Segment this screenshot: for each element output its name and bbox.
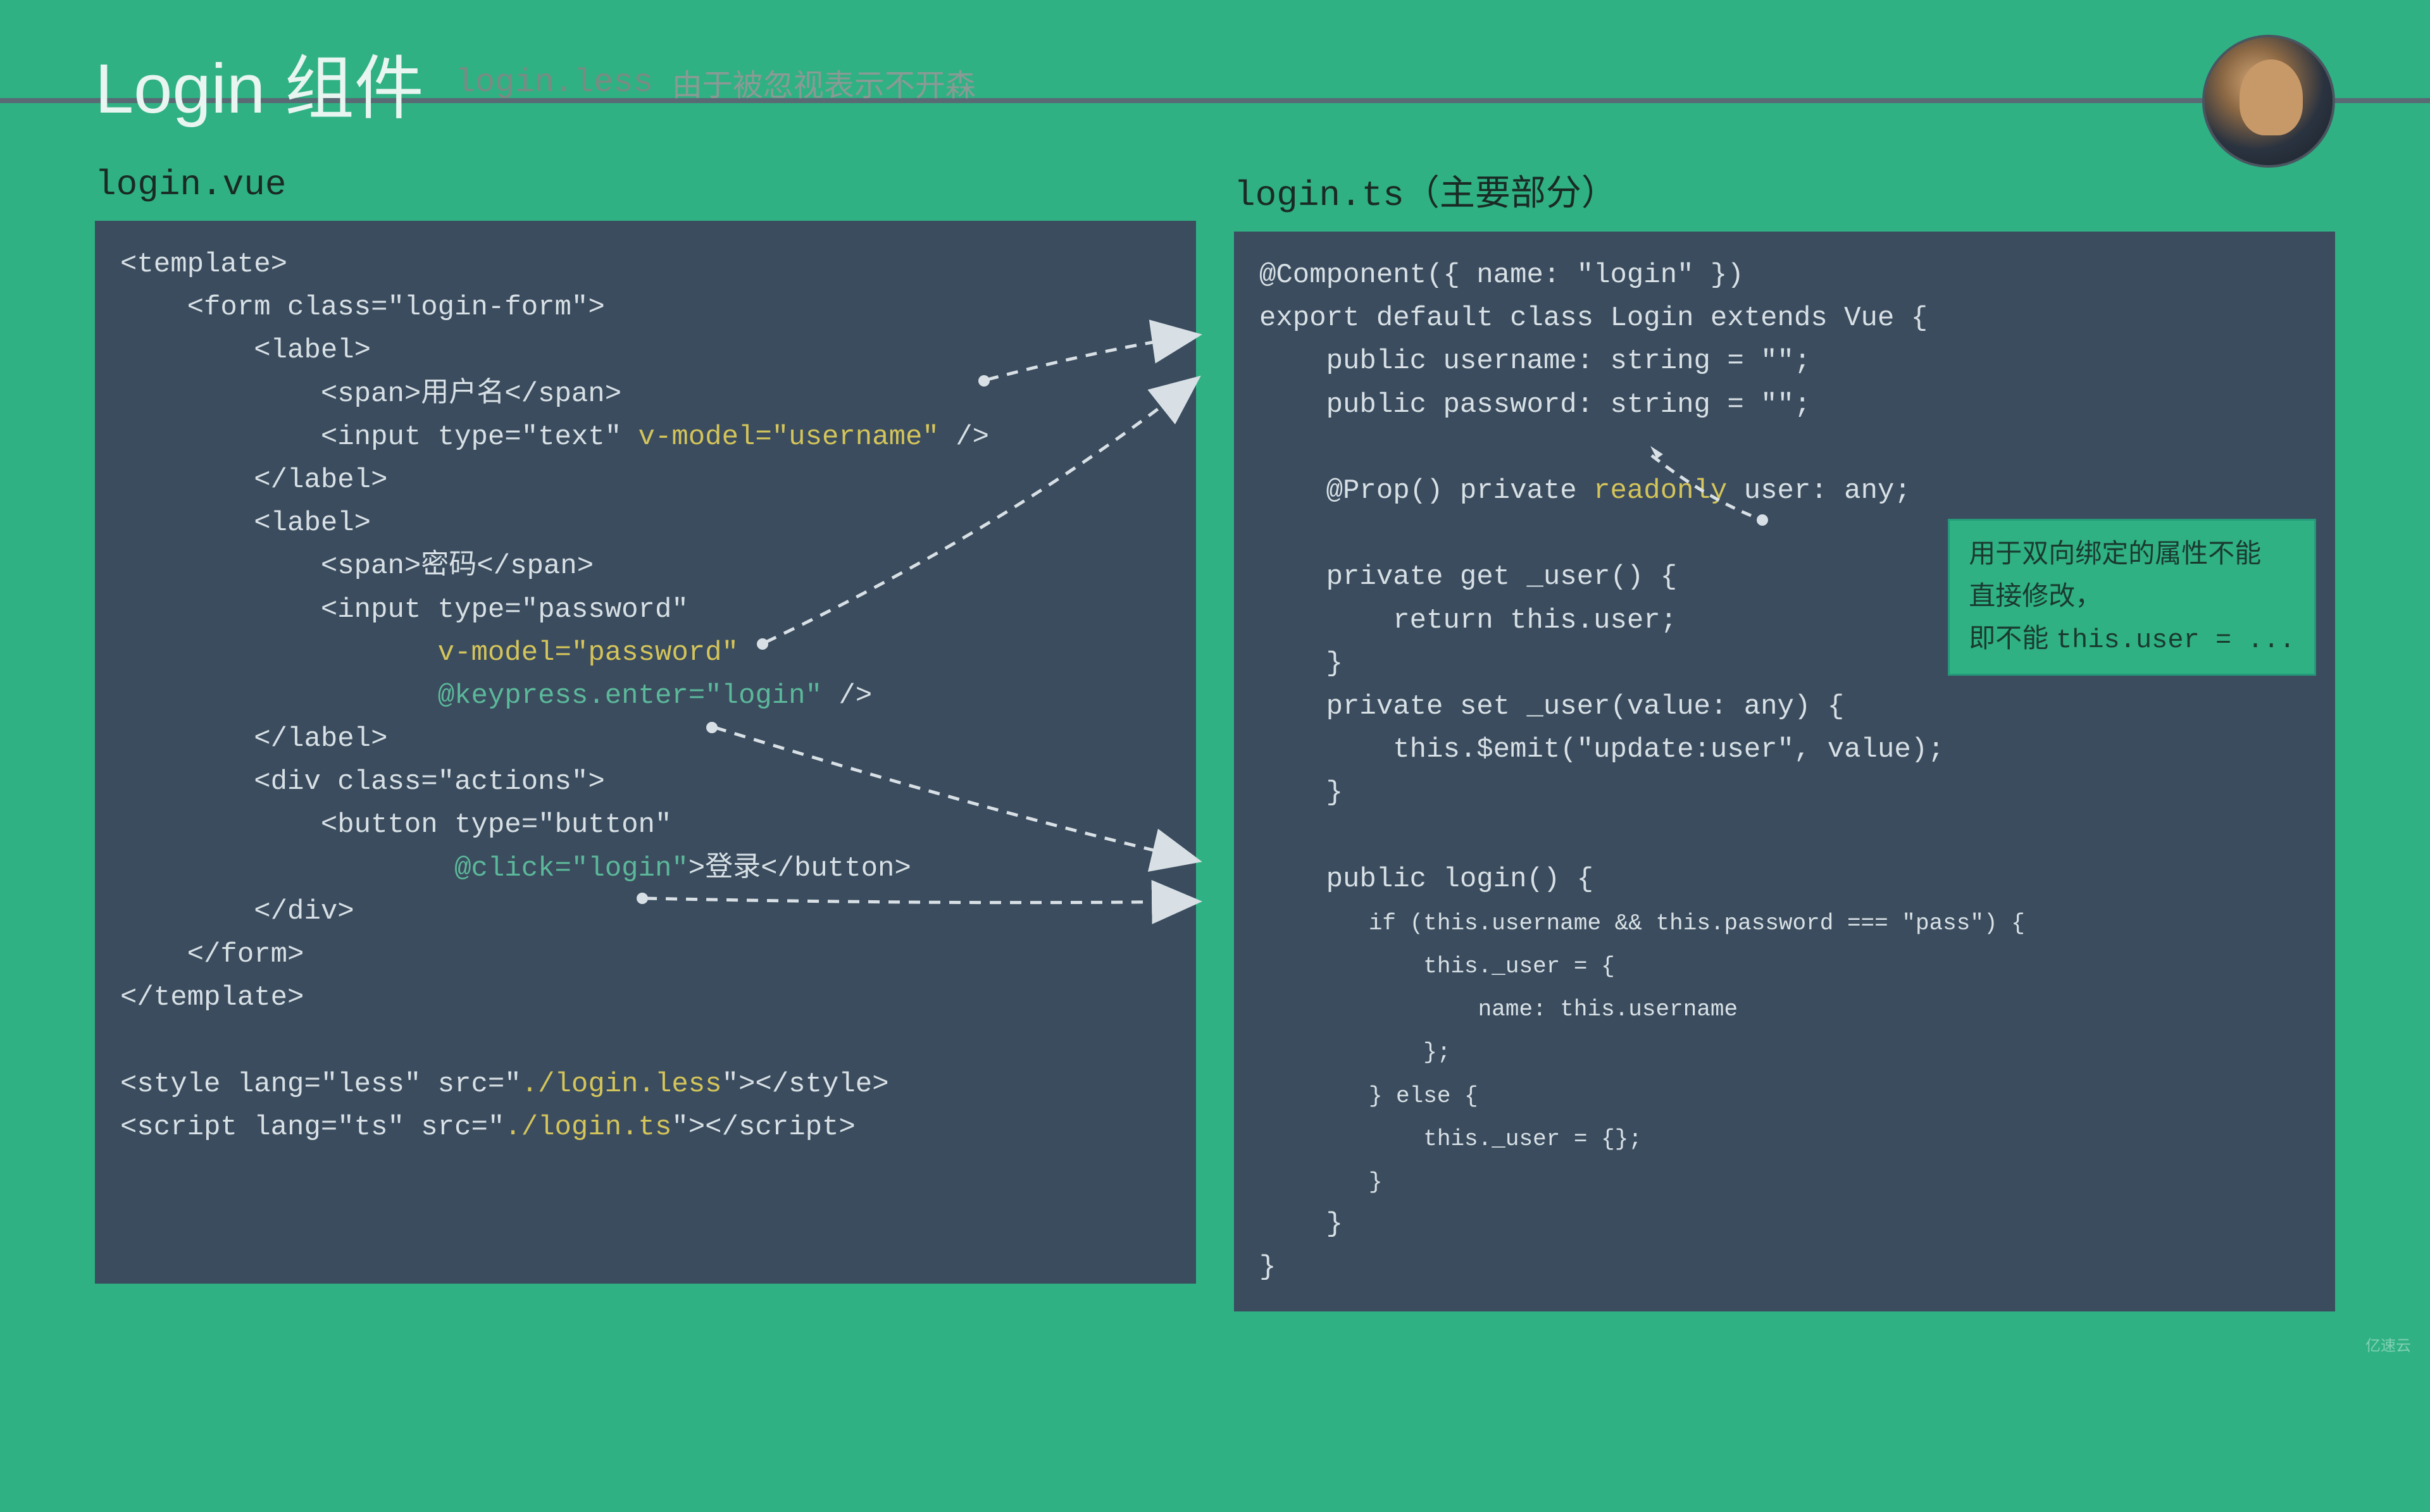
slide-content: login.vue <template> <form class="login-… [0,146,2430,1311]
slide-note: 由于被忽视表示不开森 [672,60,976,104]
left-panel-title: login.vue [95,164,1196,205]
tooltip-line1: 用于双向绑定的属性不能 [1969,532,2295,574]
readonly-tooltip: 用于双向绑定的属性不能 直接修改， 即不能 this.user = ... [1948,519,2316,676]
watermark: 亿速云 [2365,1333,2411,1355]
slide-title: Login 组件 [95,32,424,133]
tooltip-line3: 即不能 this.user = ... [1969,617,2295,662]
slide-header: Login 组件 login.less 由于被忽视表示不开森 [0,0,2430,146]
login-vue-code: <template> <form class="login-form"> <la… [95,221,1196,1284]
right-column: login.ts（主要部分） @Component({ name: "login… [1234,164,2335,1311]
login-ts-code: @Component({ name: "login" }) export def… [1234,232,2335,1311]
right-panel-title: login.ts（主要部分） [1234,164,2335,216]
slide-subtitle: login.less [456,64,653,101]
left-column: login.vue <template> <form class="login-… [95,164,1196,1311]
tooltip-line2: 直接修改， [1969,574,2295,617]
